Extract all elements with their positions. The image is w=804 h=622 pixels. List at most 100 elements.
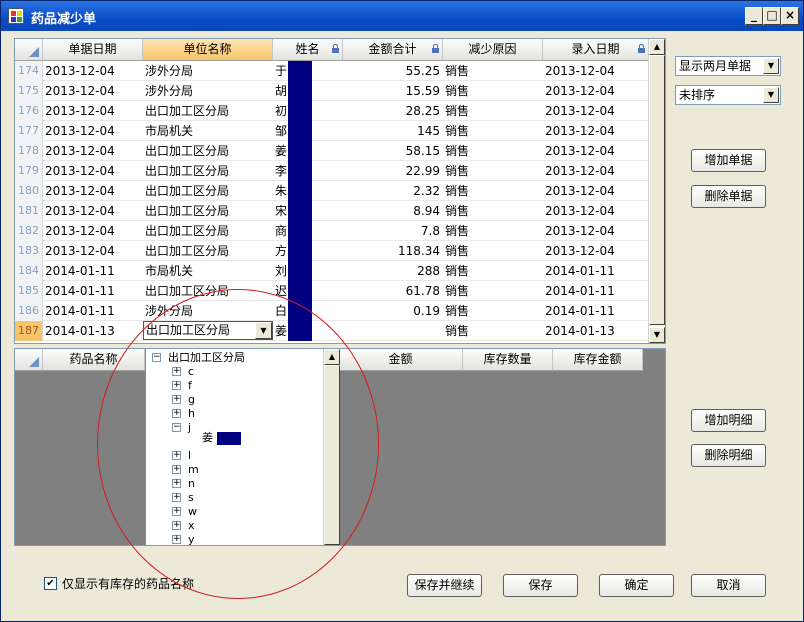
cell-unit[interactable]: 出口加工区分局	[143, 141, 273, 161]
scroll-up-button[interactable]: ▲	[649, 39, 665, 55]
chevron-down-icon[interactable]: ▼	[763, 87, 779, 103]
col-header-entry-date[interactable]: 录入日期	[543, 39, 649, 61]
collapse-icon[interactable]: −	[172, 423, 181, 432]
tree-scrollbar[interactable]: ▲	[323, 349, 340, 545]
cell-unit[interactable]: 出口加工区分局	[143, 221, 273, 241]
cell-unit[interactable]: 市局机关	[143, 261, 273, 281]
table-row[interactable]: 186 2014-01-11 涉外分局白 0.19 销售 2014-01-11	[15, 301, 649, 321]
cell-unit[interactable]: 市局机关	[143, 121, 273, 141]
cell-amount[interactable]: 58.15	[343, 141, 443, 161]
detail-grid-corner[interactable]	[15, 349, 43, 371]
cell-entry-date[interactable]: 2013-12-04	[543, 161, 649, 181]
cell-date[interactable]: 2014-01-13	[43, 321, 143, 341]
cell-date[interactable]: 2013-12-04	[43, 221, 143, 241]
expand-icon[interactable]: +	[172, 521, 181, 530]
add-detail-button[interactable]: 增加明细	[691, 409, 766, 432]
expand-icon[interactable]: +	[172, 451, 181, 460]
cell-date[interactable]: 2014-01-11	[43, 261, 143, 281]
cell-amount[interactable]: 22.99	[343, 161, 443, 181]
delete-document-button[interactable]: 删除单据	[691, 185, 766, 208]
cell-amount[interactable]: 8.94	[343, 201, 443, 221]
cell-reason[interactable]: 销售	[443, 81, 543, 101]
col-header-reason[interactable]: 减少原因	[443, 39, 543, 61]
cell-date[interactable]: 2013-12-04	[43, 141, 143, 161]
cell-amount[interactable]: 28.25	[343, 101, 443, 121]
cell-date[interactable]: 2014-01-11	[43, 281, 143, 301]
table-row[interactable]: 177 2013-12-04 市局机关邹 145 销售 2013-12-04	[15, 121, 649, 141]
cell-amount[interactable]: 55.25	[343, 61, 443, 81]
expand-icon[interactable]: +	[172, 465, 181, 474]
cell-amount[interactable]: 15.59	[343, 81, 443, 101]
in-stock-only-checkbox[interactable]: ✔	[44, 577, 57, 590]
cell-entry-date[interactable]: 2013-12-04	[543, 201, 649, 221]
cancel-button[interactable]: 取消	[691, 574, 766, 597]
cell-date[interactable]: 2013-12-04	[43, 181, 143, 201]
cell-reason[interactable]: 销售	[443, 141, 543, 161]
cell-reason[interactable]: 销售	[443, 101, 543, 121]
row-number[interactable]: 182	[15, 221, 43, 241]
table-row[interactable]: 176 2013-12-04 出口加工区分局初 28.25 销售 2013-12-04	[15, 101, 649, 121]
cell-entry-date[interactable]: 2013-12-04	[543, 241, 649, 261]
row-number[interactable]: 187	[15, 321, 43, 341]
cell-unit[interactable]: 出口加工区分局	[143, 161, 273, 181]
chevron-down-icon[interactable]: ▼	[763, 58, 779, 74]
cell-unit[interactable]: 出口加工区分局	[143, 201, 273, 221]
tree-leaf[interactable]: 姜	[202, 431, 241, 445]
cell-entry-date[interactable]: 2014-01-11	[543, 301, 649, 321]
table-row[interactable]: 183 2013-12-04 出口加工区分局方 118.34 销售 2013-12-04	[15, 241, 649, 261]
col-header-name[interactable]: 姓名	[273, 39, 343, 61]
col-header-drug-name[interactable]: 药品名称	[43, 349, 145, 371]
cell-reason[interactable]: 销售	[443, 321, 543, 341]
col-header-amount[interactable]: 金额合计	[343, 39, 443, 61]
maximize-button[interactable]: □	[763, 7, 781, 25]
cell-date[interactable]: 2013-12-04	[43, 121, 143, 141]
cell-amount[interactable]: 61.78	[343, 281, 443, 301]
cell-entry-date[interactable]: 2013-12-04	[543, 181, 649, 201]
cell-date[interactable]: 2013-12-04	[43, 241, 143, 261]
cell-unit[interactable]: 涉外分局	[143, 301, 273, 321]
cell-reason[interactable]: 销售	[443, 181, 543, 201]
cell-unit[interactable]: 出口加工区分局	[143, 321, 273, 340]
cell-amount[interactable]: 2.32	[343, 181, 443, 201]
cell-unit[interactable]: 涉外分局	[143, 61, 273, 81]
save-continue-button[interactable]: 保存并继续	[407, 574, 482, 597]
cell-date[interactable]: 2013-12-04	[43, 161, 143, 181]
expand-icon[interactable]: +	[172, 395, 181, 404]
scroll-up-button[interactable]: ▲	[324, 349, 340, 365]
filter-select[interactable]: 显示两月单据 ▼	[675, 56, 781, 76]
row-number[interactable]: 181	[15, 201, 43, 221]
expand-icon[interactable]: +	[172, 535, 181, 544]
cell-unit[interactable]: 出口加工区分局	[143, 101, 273, 121]
expand-icon[interactable]: +	[172, 409, 181, 418]
row-number[interactable]: 183	[15, 241, 43, 261]
row-number[interactable]: 176	[15, 101, 43, 121]
cell-reason[interactable]: 销售	[443, 221, 543, 241]
row-number[interactable]: 186	[15, 301, 43, 321]
document-grid[interactable]: 单据日期 单位名称 姓名 金额合计 减少原因 录入日期 174 2013-12-0…	[14, 38, 666, 344]
cell-unit[interactable]: 出口加工区分局	[143, 241, 273, 261]
collapse-icon[interactable]: −	[152, 353, 161, 362]
expand-icon[interactable]: +	[172, 479, 181, 488]
add-document-button[interactable]: 增加单据	[691, 149, 766, 172]
save-button[interactable]: 保存	[503, 574, 578, 597]
cell-date[interactable]: 2013-12-04	[43, 81, 143, 101]
table-row[interactable]: 178 2013-12-04 出口加工区分局姜 58.15 销售 2013-12-04	[15, 141, 649, 161]
vertical-scrollbar[interactable]: ▲ ▼	[648, 39, 665, 343]
row-number[interactable]: 177	[15, 121, 43, 141]
table-row[interactable]: 179 2013-12-04 出口加工区分局李 22.99 销售 2013-12-04	[15, 161, 649, 181]
cell-reason[interactable]: 销售	[443, 241, 543, 261]
expand-icon[interactable]: +	[172, 367, 181, 376]
row-number[interactable]: 185	[15, 281, 43, 301]
table-row[interactable]: 182 2013-12-04 出口加工区分局商 7.8 销售 2013-12-04	[15, 221, 649, 241]
delete-detail-button[interactable]: 删除明细	[691, 444, 766, 467]
cell-entry-date[interactable]: 2013-12-04	[543, 221, 649, 241]
sort-select[interactable]: 未排序 ▼	[675, 85, 781, 105]
cell-reason[interactable]: 销售	[443, 161, 543, 181]
scroll-down-button[interactable]: ▼	[649, 327, 665, 343]
row-number[interactable]: 175	[15, 81, 43, 101]
scroll-thumb[interactable]	[324, 365, 340, 545]
table-row[interactable]: 175 2013-12-04 涉外分局胡 15.59 销售 2013-12-04	[15, 81, 649, 101]
cell-unit[interactable]: 出口加工区分局	[143, 181, 273, 201]
cell-reason[interactable]: 销售	[443, 201, 543, 221]
expand-icon[interactable]: +	[172, 493, 181, 502]
